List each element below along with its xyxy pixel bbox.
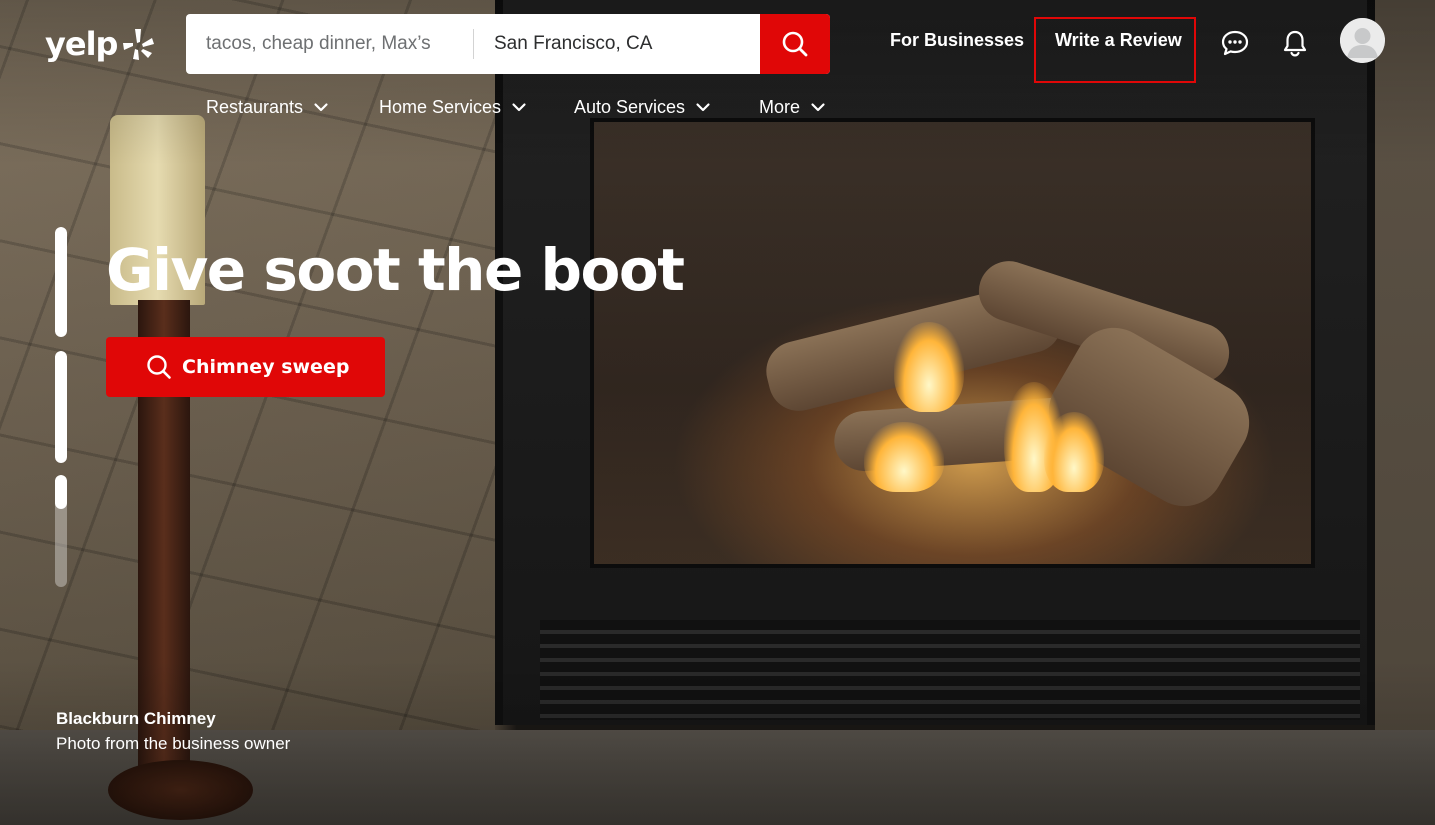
write-review-highlight-box: [1034, 17, 1196, 83]
user-avatar-icon: [1340, 18, 1385, 63]
category-label: Restaurants: [206, 96, 304, 117]
category-restaurants[interactable]: Restaurants: [206, 95, 329, 119]
carousel-indicator-3[interactable]: [55, 475, 67, 587]
chevron-down-icon: [512, 103, 526, 112]
search-bar: [186, 14, 830, 74]
search-find-input[interactable]: [186, 14, 473, 74]
for-businesses-link[interactable]: For Businesses: [890, 30, 1024, 56]
photo-credit-business[interactable]: Blackburn Chimney: [56, 709, 216, 729]
chevron-down-icon: [811, 103, 825, 112]
notifications-button[interactable]: [1280, 28, 1310, 58]
user-avatar[interactable]: [1340, 18, 1385, 63]
yelp-burst-icon: [121, 27, 155, 61]
category-label: Auto Services: [574, 96, 686, 117]
search-icon: [147, 355, 171, 379]
category-label: More: [759, 96, 801, 117]
carousel-indicator-1[interactable]: [55, 227, 67, 337]
category-more[interactable]: More: [759, 95, 826, 119]
chimney-sweep-button[interactable]: Chimney sweep: [106, 337, 385, 397]
category-home-services[interactable]: Home Services: [379, 95, 527, 119]
search-near-input[interactable]: [474, 14, 760, 74]
logo-text: yelp: [45, 25, 118, 63]
hero-background-image: [0, 0, 1435, 825]
search-icon: [782, 31, 808, 57]
category-label: Home Services: [379, 96, 502, 117]
search-button[interactable]: [760, 14, 830, 74]
chat-bubble-icon: [1221, 30, 1249, 56]
hero-title: Give soot the boot: [106, 236, 685, 304]
bell-icon: [1283, 30, 1307, 57]
photo-credit-note: Photo from the business owner: [56, 734, 291, 753]
carousel-indicator-2[interactable]: [55, 351, 67, 463]
category-auto-services[interactable]: Auto Services: [574, 95, 711, 119]
chevron-down-icon: [696, 103, 710, 112]
messages-button[interactable]: [1220, 28, 1250, 58]
yelp-logo[interactable]: yelp: [45, 24, 155, 64]
chevron-down-icon: [314, 103, 328, 112]
cta-label: Chimney sweep: [182, 356, 350, 378]
